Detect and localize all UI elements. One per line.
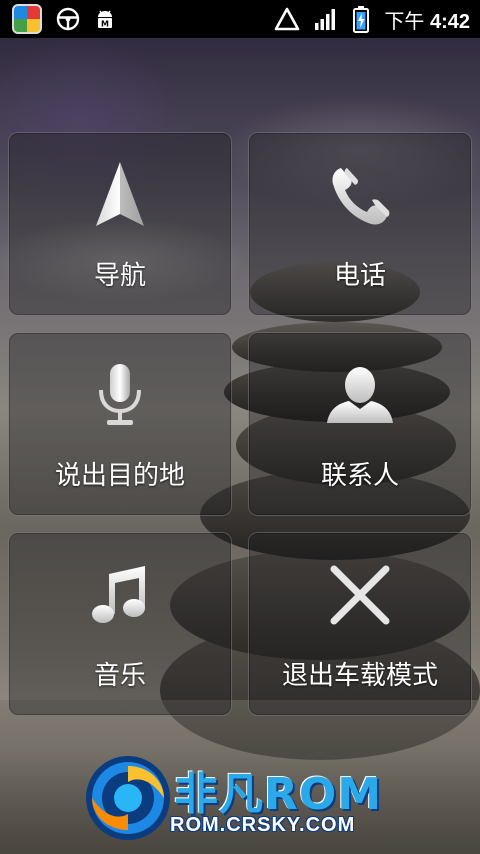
status-bar[interactable]: M 下午 4:42 [0,0,480,38]
clock-period: 下午 [384,10,425,33]
phone-handset-icon [320,155,400,235]
notification-icons[interactable]: M [0,4,116,34]
battery-charging-icon [353,6,370,33]
watermark-logo-icon [86,756,170,840]
exit-car-mode-label: 退出车载模式 [281,661,438,691]
watermark-brand: 非凡ROM [174,769,383,820]
microphone-icon [80,355,160,435]
wifi-triangle-icon [275,7,300,31]
close-x-icon [320,555,400,635]
contact-person-icon [320,355,400,435]
signal-icon [315,9,336,30]
steering-wheel-icon [56,7,80,31]
speak-destination-label: 说出目的地 [54,461,185,491]
svg-text:M: M [101,20,109,29]
exit-car-mode-tile[interactable]: 退出车载模式 [248,532,472,716]
system-icons[interactable]: 下午 4:42 [274,5,480,34]
music-note-icon [80,555,160,635]
music-label: 音乐 [93,661,146,691]
app-badge-icon[interactable] [12,4,42,34]
android-debug-icon: M [98,10,112,29]
navigation-tile[interactable]: 导航 [8,132,232,316]
speak-destination-tile[interactable]: 说出目的地 [8,332,232,516]
clock-time: 4:42 [429,10,470,33]
navigation-arrow-icon [80,155,160,235]
music-tile[interactable]: 音乐 [8,532,232,716]
status-clock: 下午 4:42 [384,5,470,34]
navigation-label: 导航 [93,261,146,291]
phone-label: 电话 [333,261,386,291]
contacts-tile[interactable]: 联系人 [248,332,472,516]
watermark: 非凡ROM ROM.CRSKY.COM [82,746,442,846]
contacts-label: 联系人 [320,461,399,491]
phone-tile[interactable]: 电话 [248,132,472,316]
watermark-url: ROM.CRSKY.COM [170,814,356,836]
